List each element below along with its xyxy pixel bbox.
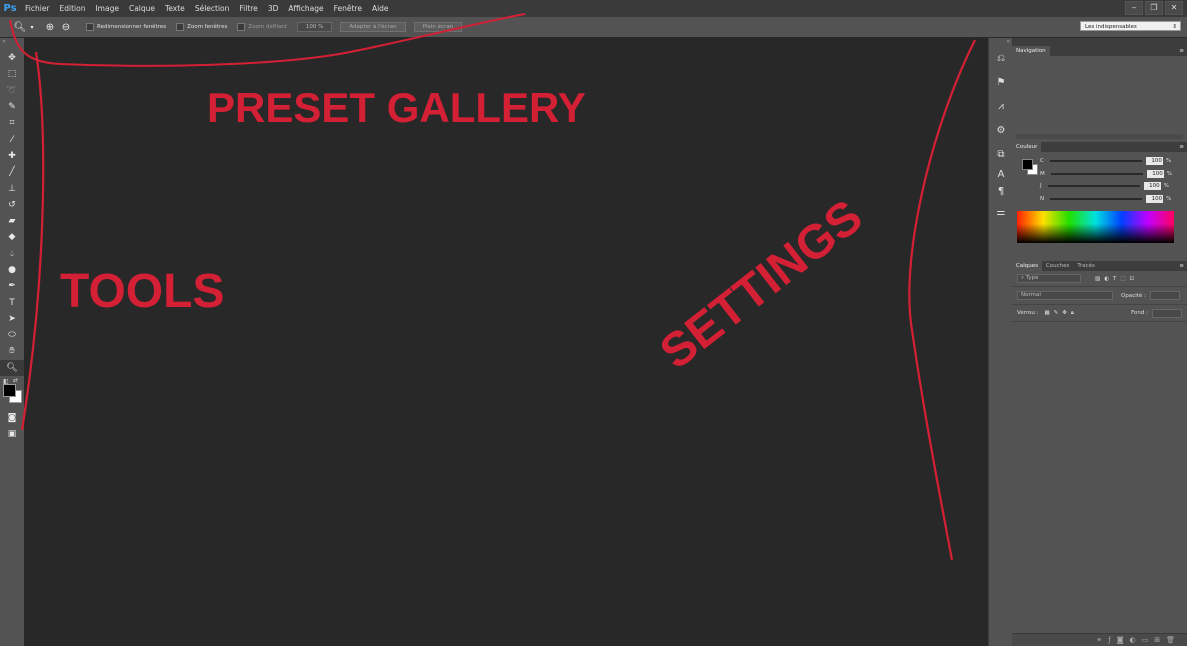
annotation-tools: TOOLS — [60, 265, 225, 318]
annotation-strokes — [9, 13, 976, 561]
annotation-preset-gallery: PRESET GALLERY — [207, 84, 586, 131]
